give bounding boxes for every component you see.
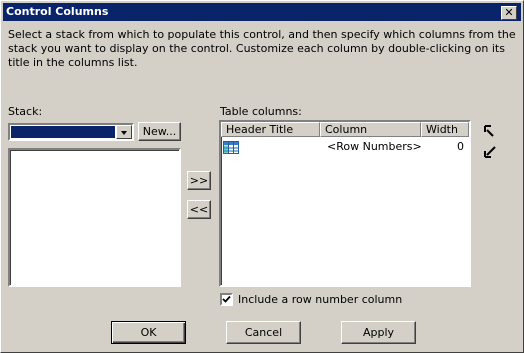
stack-dropdown[interactable] — [8, 123, 134, 141]
table-icon — [223, 141, 239, 154]
window-title: Control Columns — [6, 5, 109, 18]
close-icon: ✕ — [504, 6, 514, 19]
title-bar: Control Columns ✕ — [3, 3, 521, 21]
cancel-button[interactable]: Cancel — [226, 321, 301, 344]
column-header-width[interactable]: Width — [421, 122, 469, 137]
close-button[interactable]: ✕ — [501, 6, 517, 20]
stack-list[interactable] — [8, 148, 181, 287]
control-columns-dialog: Control Columns ✕ Select a stack from wh… — [0, 0, 524, 353]
checkmark-icon — [222, 295, 231, 303]
row-column-value: <Row Numbers> — [327, 140, 422, 153]
row-number-checkbox[interactable] — [220, 293, 233, 306]
add-all-columns-button[interactable]: >> — [187, 171, 211, 190]
ok-button[interactable]: OK — [111, 321, 186, 344]
apply-button[interactable]: Apply — [341, 321, 416, 344]
new-stack-button[interactable]: New... — [138, 122, 181, 141]
row-number-checkbox-label[interactable]: Include a row number column — [238, 293, 402, 306]
column-header-column[interactable]: Column — [320, 122, 421, 137]
chevron-down-icon[interactable] — [116, 125, 132, 139]
move-down-arrow-icon[interactable] — [483, 145, 497, 159]
table-columns-label: Table columns: — [220, 105, 302, 118]
column-header-header-title[interactable]: Header Title — [221, 122, 320, 137]
stack-selected-value — [11, 126, 115, 138]
row-width-value: 0 — [457, 140, 464, 153]
move-up-arrow-icon[interactable] — [483, 124, 497, 138]
stack-label: Stack: — [8, 105, 43, 118]
table-columns-list[interactable]: Header Title Column Width <Row Numbers> … — [219, 120, 471, 287]
remove-all-columns-button[interactable]: << — [187, 200, 211, 219]
instructions-text: Select a stack from which to populate th… — [8, 28, 516, 69]
